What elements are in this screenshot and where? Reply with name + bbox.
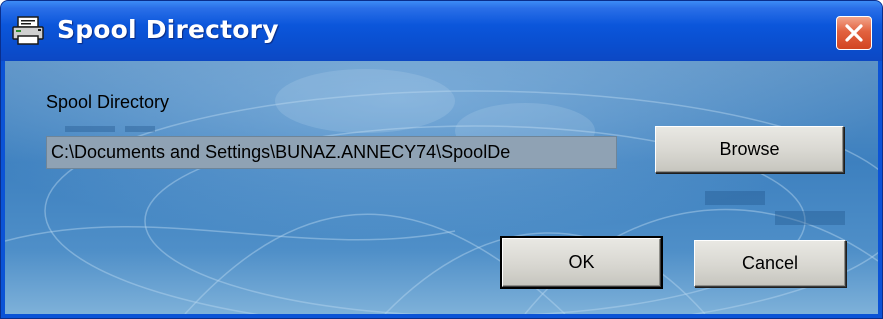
browse-button[interactable]: Browse <box>655 126 844 173</box>
ok-button[interactable]: OK <box>500 236 663 289</box>
printer-icon <box>11 16 47 46</box>
close-button[interactable] <box>836 16 872 50</box>
spool-directory-label: Spool Directory <box>46 92 170 112</box>
window-title: Spool Directory <box>57 15 279 44</box>
dialog-body: Spool Directory C:\Documents and Setting… <box>5 61 878 314</box>
close-icon <box>845 24 863 42</box>
cancel-button[interactable]: Cancel <box>694 240 846 287</box>
spool-path-field[interactable]: C:\Documents and Settings\BUNAZ.ANNECY74… <box>46 136 617 169</box>
title-bar[interactable]: Spool Directory <box>1 1 882 61</box>
spool-directory-dialog: Spool Directory Spool Directory C:\Docum… <box>0 0 883 319</box>
